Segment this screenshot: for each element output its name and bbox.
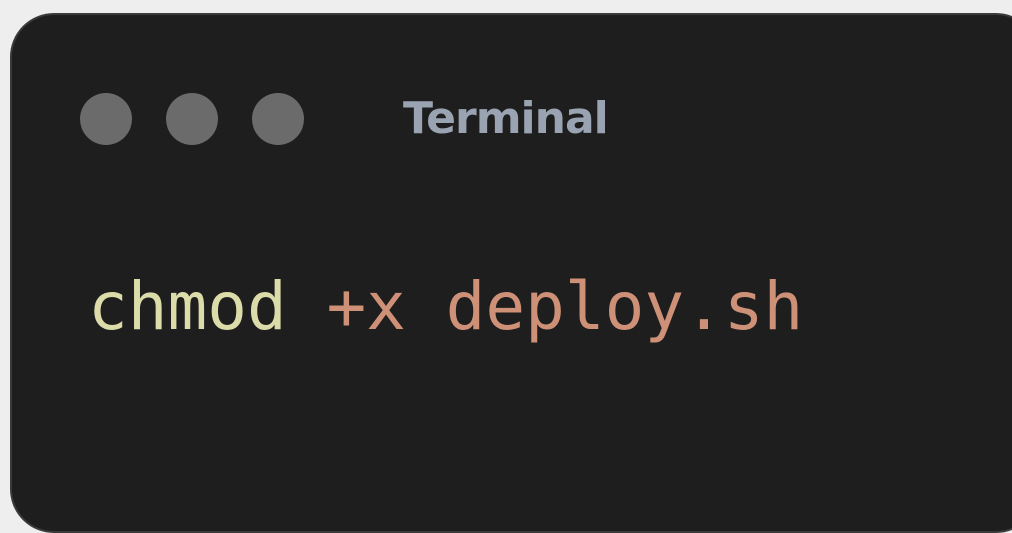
- command-program: chmod: [88, 268, 287, 345]
- command-argument: deploy.sh: [445, 268, 804, 345]
- close-dot-icon[interactable]: [80, 93, 132, 145]
- maximize-dot-icon[interactable]: [252, 93, 304, 145]
- minimize-dot-icon[interactable]: [166, 93, 218, 145]
- command-line[interactable]: chmod +x deploy.sh: [88, 267, 803, 347]
- window-title: Terminal: [403, 93, 609, 144]
- command-flag: +x: [326, 268, 406, 345]
- terminal-window: Terminal chmod +x deploy.sh: [10, 13, 1012, 533]
